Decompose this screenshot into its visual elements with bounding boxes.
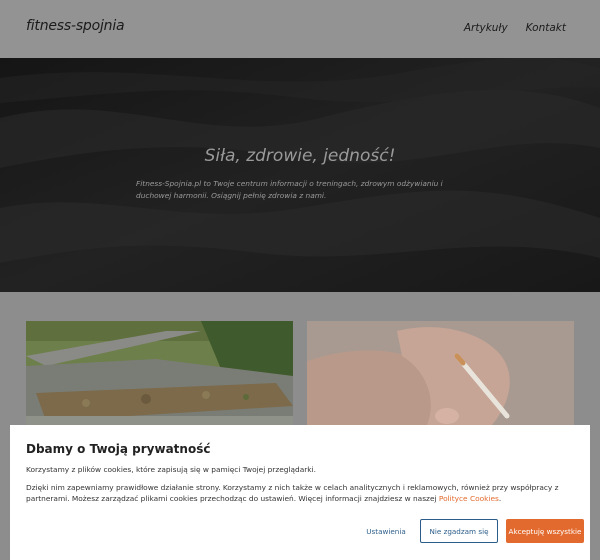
cookie-settings-button[interactable]: Ustawienia xyxy=(362,519,410,543)
nav-item-contact[interactable]: Kontakt xyxy=(526,22,566,34)
cookie-policy-link[interactable]: Polityce Cookies xyxy=(439,494,499,503)
cookie-intro-text: Korzystamy z plików cookies, które zapis… xyxy=(26,465,316,474)
cookie-accept-button[interactable]: Akceptuję wszystkie xyxy=(506,519,584,543)
site-logo[interactable]: fitness-spojnia xyxy=(26,18,125,34)
cookie-title: Dbamy o Twoją prywatność xyxy=(26,442,211,456)
article-card-right[interactable] xyxy=(307,321,574,425)
cookie-details-text: Dzięki nim zapewniamy prawidłowe działan… xyxy=(26,482,576,504)
nav-item-articles[interactable]: Artykuły xyxy=(464,22,508,34)
fabric-background-image xyxy=(0,58,600,292)
article-card-left[interactable] xyxy=(26,321,293,425)
hero-description: Fitness-Spojnia.pl to Twoje centrum info… xyxy=(136,179,443,200)
cookie-consent-panel: Dbamy o Twoją prywatność Korzystamy z pl… xyxy=(10,425,590,560)
hero-title: Siła, zdrowie, jedność! xyxy=(204,146,396,166)
main-nav: Artykuły Kontakt xyxy=(464,22,566,34)
hero-section: Siła, zdrowie, jedność! Fitness-Spojnia.… xyxy=(0,58,600,292)
cookie-reject-button[interactable]: Nie zgadzam się xyxy=(420,519,498,543)
garden-roof-image xyxy=(26,321,293,425)
site-header: fitness-spojnia Artykuły Kontakt xyxy=(0,0,600,58)
cookie-details-suffix: . xyxy=(498,494,502,503)
hand-cigarette-image xyxy=(307,321,574,425)
